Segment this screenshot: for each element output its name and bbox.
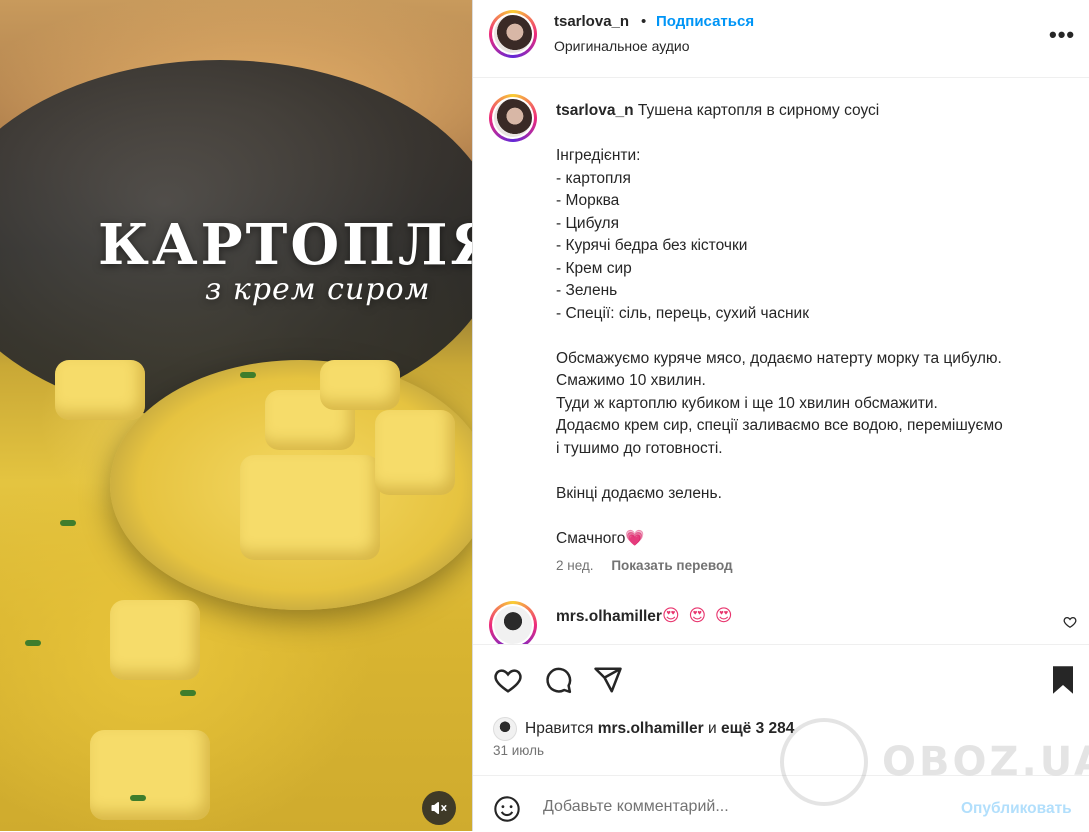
potato-cube <box>375 410 455 495</box>
step-line: Обсмажуємо куряче мясо, додаємо натерту … <box>556 349 1002 367</box>
ingredient-line: - Курячі бедра без кісточки <box>556 237 748 254</box>
post-date[interactable]: 31 июль <box>493 743 544 758</box>
audio-label[interactable]: Оригинальное аудио <box>554 38 690 54</box>
media-subtitle: з крем сиром <box>205 272 431 307</box>
smiley-icon <box>494 796 520 822</box>
ingredients-header: Інгредієнти: <box>556 147 641 164</box>
herb-piece <box>130 795 146 801</box>
media-title: КАРТОПЛЯ <box>98 212 472 278</box>
comment-text: 😍 😍 😍 <box>662 606 735 625</box>
publish-comment-button[interactable]: Опубликовать <box>961 800 1072 818</box>
potato-cube <box>320 360 400 410</box>
herb-piece <box>25 640 41 646</box>
ingredient-line: - Крем сир <box>556 259 632 277</box>
comment-bubble-icon <box>546 667 572 694</box>
share-button[interactable] <box>593 665 623 700</box>
comment-button[interactable] <box>543 665 573 700</box>
post-header: tsarlova_n • Подписаться Оригинальное ау… <box>473 0 1089 78</box>
step-line: Смажимо 10 хвилин. <box>556 372 706 389</box>
post-details-panel: tsarlova_n • Подписаться Оригинальное ау… <box>472 0 1089 831</box>
caption-title: Тушена картопля в сирному соусі <box>637 102 880 119</box>
save-button[interactable] <box>1050 665 1076 700</box>
heart-icon <box>494 669 522 693</box>
ingredient-line: - Спеції: сіль, перець, сухий часник <box>556 304 809 322</box>
show-translation-button[interactable]: Показать перевод <box>611 558 732 573</box>
ingredient-line: - Морква <box>556 192 620 209</box>
author-avatar[interactable] <box>489 10 537 58</box>
step-line: і тушимо до готовності. <box>556 439 723 457</box>
ingredient-line: - Зелень <box>556 282 618 299</box>
emoji-picker-button[interactable] <box>493 795 521 828</box>
likes-prefix: Нравится <box>525 720 594 737</box>
potato-cube <box>110 600 200 680</box>
final-step: Вкінці додаємо зелень. <box>556 484 722 502</box>
post-age[interactable]: 2 нед. <box>556 558 594 573</box>
add-comment-bar: Опубликовать <box>473 775 1089 832</box>
comments-scroll-area[interactable]: tsarlova_n Тушена картопля в сирному соу… <box>473 78 1089 644</box>
closing-text: Смачного <box>556 529 626 547</box>
author-username[interactable]: tsarlova_n <box>554 13 629 30</box>
more-options-button[interactable]: ••• <box>1049 22 1075 48</box>
speaker-muted-icon <box>431 802 447 814</box>
potato-cube <box>55 360 145 420</box>
caption-avatar[interactable] <box>489 94 537 142</box>
step-line: Додаємо крем сир, спеції заливаємо все в… <box>556 417 1003 434</box>
liker-avatar <box>493 717 517 741</box>
bookmark-filled-icon <box>1053 666 1073 694</box>
heart-outline-icon <box>1063 616 1077 629</box>
post-caption: tsarlova_n Тушена картопля в сирному соу… <box>556 100 1076 550</box>
follow-button[interactable]: Подписаться <box>656 13 754 30</box>
liker-username[interactable]: mrs.olhamiller <box>598 720 704 738</box>
commenter-username[interactable]: mrs.olhamiller <box>556 608 662 626</box>
herb-piece <box>60 520 76 526</box>
action-bar: Нравится mrs.olhamiller и ещё 3 284 31 и… <box>473 644 1089 775</box>
potato-cube <box>90 730 210 820</box>
herb-piece <box>180 690 196 696</box>
mute-button[interactable] <box>422 791 456 825</box>
like-button[interactable] <box>493 665 523 700</box>
ingredient-line: - Цибуля <box>556 214 619 232</box>
post-media[interactable]: КАРТОПЛЯ з крем сиром <box>0 0 472 831</box>
likes-count[interactable]: ещё 3 284 <box>721 720 794 738</box>
ingredient-line: - картопля <box>556 169 631 187</box>
comment-input[interactable] <box>543 798 943 816</box>
herb-piece <box>240 372 256 378</box>
likes-and: и <box>708 720 717 737</box>
paper-plane-icon <box>594 667 622 693</box>
heart-emoji-icon: 💗 <box>625 529 645 547</box>
potato-cube <box>240 455 380 560</box>
separator-dot: • <box>641 13 647 30</box>
caption-meta: 2 нед. Показать перевод <box>556 558 733 573</box>
caption-username[interactable]: tsarlova_n <box>556 102 634 119</box>
commenter-avatar[interactable] <box>489 601 537 644</box>
comment-like-button[interactable] <box>1063 615 1077 634</box>
step-line: Туди ж картоплю кубиком і ще 10 хвилин о… <box>556 394 938 412</box>
likes-summary[interactable]: Нравится mrs.olhamiller и ещё 3 284 <box>493 717 794 741</box>
